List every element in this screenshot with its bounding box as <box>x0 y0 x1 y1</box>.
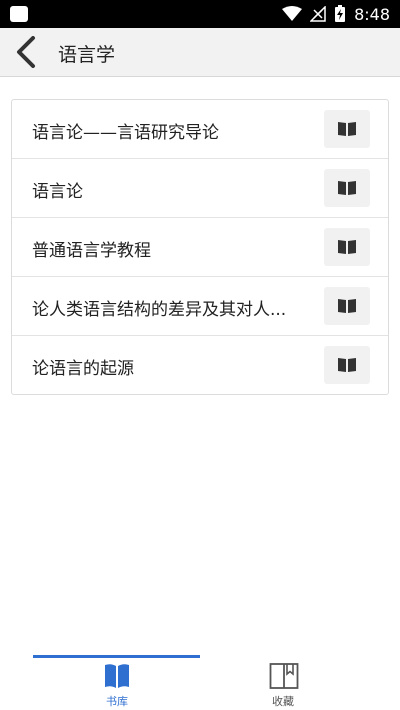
book-title: 普通语言学教程 <box>32 241 151 261</box>
list-item[interactable]: 语言论 <box>12 159 388 218</box>
book-title: 语言论 <box>32 182 83 202</box>
tab-library[interactable]: 书库 <box>57 660 177 708</box>
battery-charging-icon <box>335 5 346 22</box>
tab-favorites[interactable]: 收藏 <box>223 660 343 708</box>
book-open-icon <box>105 664 129 688</box>
active-tab-indicator <box>33 655 200 658</box>
book-title: 论人类语言结构的差异及其对人... <box>32 300 287 320</box>
bookmark-book-icon <box>269 663 299 689</box>
book-icon <box>338 358 356 372</box>
read-book-button[interactable] <box>324 287 370 325</box>
book-icon <box>338 181 356 195</box>
read-book-button[interactable] <box>324 110 370 148</box>
app-notification-icon <box>10 6 28 22</box>
book-title: 论语言的起源 <box>32 359 134 379</box>
back-button[interactable] <box>6 32 46 72</box>
list-item[interactable]: 普通语言学教程 <box>12 218 388 277</box>
book-icon <box>338 299 356 313</box>
list-item[interactable]: 论人类语言结构的差异及其对人... <box>12 277 388 336</box>
status-indicators: 8:48 <box>282 4 390 24</box>
read-book-button[interactable] <box>324 169 370 207</box>
list-item[interactable]: 论语言的起源 <box>12 336 388 394</box>
tab-library-label: 书库 <box>106 695 128 708</box>
bottom-nav: 书库 收藏 <box>0 652 400 710</box>
tab-favorites-label: 收藏 <box>272 695 294 708</box>
list-item[interactable]: 语言论——言语研究导论 <box>12 100 388 159</box>
book-list: 语言论——言语研究导论 语言论 普通语言学教程 论人类语言结构的差异及其对人..… <box>11 99 389 395</box>
read-book-button[interactable] <box>324 346 370 384</box>
status-time: 8:48 <box>354 4 390 24</box>
read-book-button[interactable] <box>324 228 370 266</box>
book-icon <box>338 240 356 254</box>
status-bar: 8:48 <box>0 0 400 28</box>
wifi-icon <box>282 6 303 21</box>
page-title: 语言学 <box>58 44 116 66</box>
book-title: 语言论——言语研究导论 <box>32 123 219 143</box>
book-icon <box>338 122 356 136</box>
no-signal-icon <box>310 6 326 22</box>
chevron-left-icon <box>17 36 35 68</box>
app-bar: 语言学 <box>0 28 400 77</box>
